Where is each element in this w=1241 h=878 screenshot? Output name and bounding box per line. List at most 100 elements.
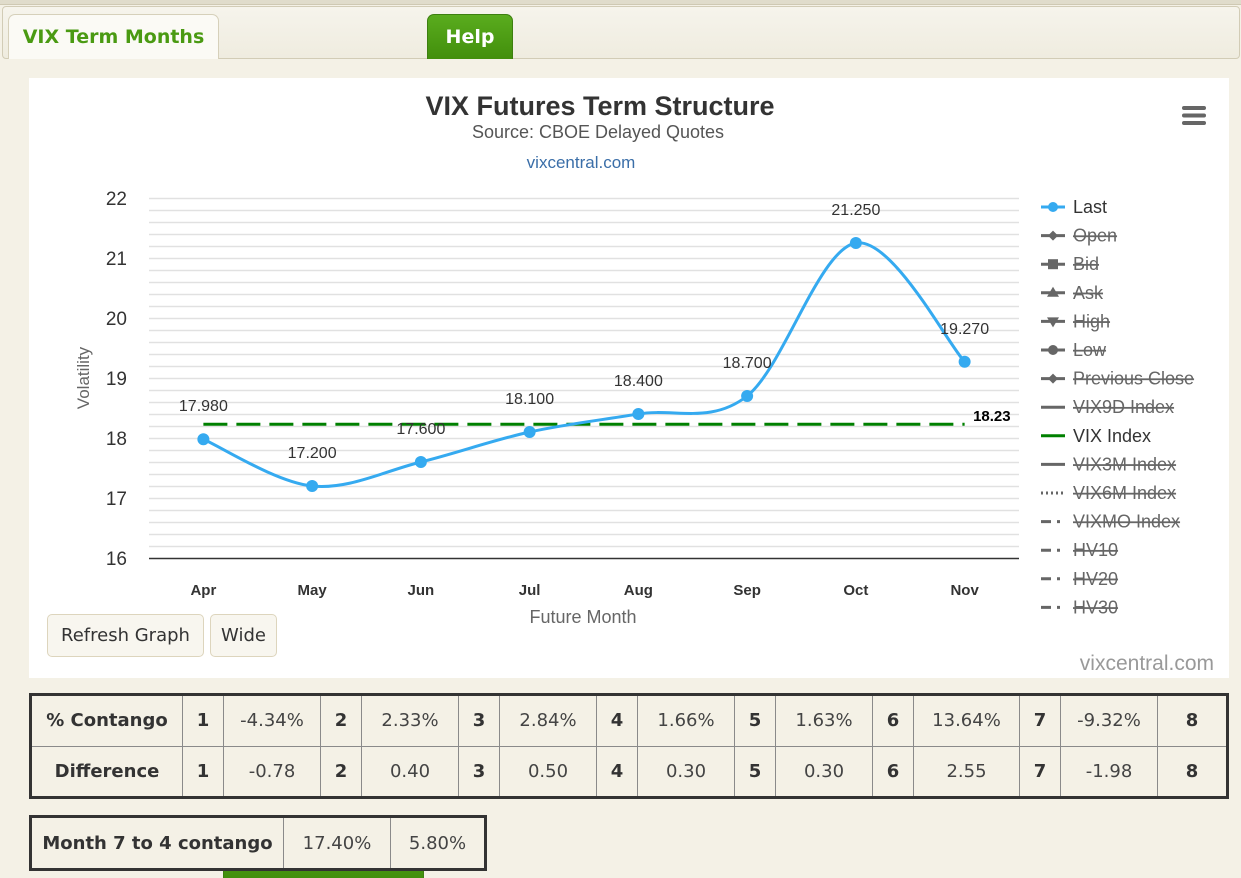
legend-diamond-icon <box>1048 230 1058 241</box>
month-value: 0.50 <box>499 745 597 798</box>
legend-item[interactable]: Bid <box>1041 254 1099 274</box>
legend-item[interactable]: HV30 <box>1041 597 1118 617</box>
legend-item[interactable]: HV20 <box>1041 569 1118 589</box>
legend-label: HV10 <box>1073 540 1118 560</box>
y-tick-label: 20 <box>106 309 127 330</box>
month-number: 6 <box>872 694 914 747</box>
legend-circle-icon <box>1048 202 1058 212</box>
legend-label: HV20 <box>1073 569 1118 589</box>
contango-row: Difference 1 -0.78 2 0.40 3 0.50 4 0.30 5 0.30 6 2.5… <box>30 745 1228 798</box>
y-tick-label: 17 <box>106 489 127 510</box>
legend-item[interactable]: VIXMO Index <box>1041 512 1180 532</box>
month-value: -1.98 <box>1060 745 1158 798</box>
last-data-label: 18.700 <box>723 355 772 372</box>
legend-item[interactable]: High <box>1041 311 1110 331</box>
month-number: 4 <box>596 745 638 798</box>
last-data-label: 17.200 <box>288 445 337 462</box>
hamburger-menu-icon[interactable] <box>1181 106 1207 125</box>
vix-index-label: 18.23 <box>973 408 1011 425</box>
x-axis: Apr May Jun Jul Aug Sep Oct Nov <box>190 582 979 599</box>
chart-credits[interactable]: vixcentral.com <box>1080 652 1214 675</box>
legend-item[interactable]: Last <box>1041 197 1107 217</box>
legend-diamond-icon <box>1048 373 1058 384</box>
legend-item[interactable]: VIX3M Index <box>1041 454 1176 474</box>
tab-help[interactable]: Help <box>427 14 513 59</box>
month-value: 2.55 <box>913 745 1020 798</box>
month-number: 3 <box>458 694 500 747</box>
legend-item[interactable]: Low <box>1041 340 1107 360</box>
chart-subtitle-link[interactable]: vixcentral.com <box>527 153 636 172</box>
last-data-point <box>849 237 862 249</box>
month-value: -4.34% <box>223 694 321 747</box>
month-contango-value: 17.40% <box>283 816 391 870</box>
month-number: 3 <box>458 745 500 798</box>
legend-label: HV30 <box>1073 597 1118 617</box>
legend-label: Bid <box>1073 254 1099 274</box>
wide-button[interactable]: Wide <box>210 614 277 657</box>
last-data-point <box>523 426 536 438</box>
last-data-point <box>741 390 754 402</box>
legend-label: VIXMO Index <box>1073 512 1180 532</box>
legend-label: VIX Index <box>1073 426 1151 446</box>
month-value: 1.66% <box>637 694 735 747</box>
legend-item[interactable]: HV10 <box>1041 540 1118 560</box>
legend-item[interactable]: Previous Close <box>1041 369 1194 389</box>
legend: Last Open Bid Ask High Low Previous Close VIX9D… <box>1041 197 1194 617</box>
x-tick-label: Nov <box>950 582 979 599</box>
refresh-graph-button[interactable]: Refresh Graph <box>47 614 204 657</box>
top-border <box>0 0 1241 5</box>
last-data-label: 21.250 <box>831 202 880 219</box>
legend-circle-icon <box>1048 345 1058 355</box>
y-tick-label: 19 <box>106 369 127 390</box>
term-structure-chart: VIX Futures Term Structure Source: CBOE … <box>74 91 1214 675</box>
month-value: 0.40 <box>361 745 459 798</box>
month-number: 4 <box>596 694 638 747</box>
y-tick-label: 16 <box>106 549 127 570</box>
tab-vix-term-months[interactable]: VIX Term Months <box>8 14 219 59</box>
legend-square-icon <box>1048 259 1058 270</box>
month-value: 0.30 <box>637 745 735 798</box>
legend-label: Previous Close <box>1073 369 1194 389</box>
y-axis-title: Volatility <box>74 346 93 409</box>
legend-item[interactable]: VIX9D Index <box>1041 397 1174 417</box>
month-number: 7 <box>1019 745 1061 798</box>
legend-item[interactable]: Ask <box>1041 283 1104 303</box>
legend-label: VIX9D Index <box>1073 397 1174 417</box>
contango-row: % Contango 1 -4.34% 2 2.33% 3 2.84% 4 1.66% 5 1.63… <box>30 694 1228 747</box>
legend-label: Ask <box>1073 283 1104 303</box>
chart-subtitle: Source: CBOE Delayed Quotes <box>472 122 724 142</box>
legend-label: Last <box>1073 197 1107 217</box>
month-number: 2 <box>320 745 362 798</box>
y-tick-label: 18 <box>106 429 127 450</box>
month-number: 8 <box>1157 745 1228 798</box>
x-tick-label: Oct <box>843 582 868 599</box>
x-tick-label: Aug <box>624 582 653 599</box>
last-data-point <box>414 456 427 468</box>
month-contango-label: Month 7 to 4 contango <box>30 816 284 870</box>
legend-label: VIX6M Index <box>1073 483 1176 503</box>
grid-lines <box>149 197 1019 560</box>
month-number: 8 <box>1157 694 1228 747</box>
month-number: 1 <box>182 694 224 747</box>
legend-item[interactable]: VIX6M Index <box>1041 483 1176 503</box>
month-value: -9.32% <box>1060 694 1158 747</box>
last-data-label: 17.600 <box>396 421 445 438</box>
x-tick-label: May <box>298 582 328 599</box>
last-data-label: 19.270 <box>940 321 989 338</box>
contango-table: % Contango 1 -4.34% 2 2.33% 3 2.84% 4 1.66% 5 1.63… <box>29 693 1229 799</box>
month-number: 6 <box>872 745 914 798</box>
last-data-label: 18.100 <box>505 391 554 408</box>
x-tick-label: Sep <box>733 582 761 599</box>
last-data-label: 17.980 <box>179 398 228 415</box>
month-contango-value: 5.80% <box>390 816 486 870</box>
month-value: 13.64% <box>913 694 1020 747</box>
x-tick-label: Jun <box>408 582 435 599</box>
x-axis-title: Future Month <box>529 607 636 627</box>
legend-item[interactable]: VIX Index <box>1041 426 1151 446</box>
last-data-point <box>632 408 645 420</box>
legend-item[interactable]: Open <box>1041 226 1117 246</box>
month-value: 1.63% <box>775 694 873 747</box>
chart-container: VIX Futures Term Structure Source: CBOE … <box>29 78 1229 678</box>
month-value: 0.30 <box>775 745 873 798</box>
row-label: Difference <box>30 745 183 798</box>
